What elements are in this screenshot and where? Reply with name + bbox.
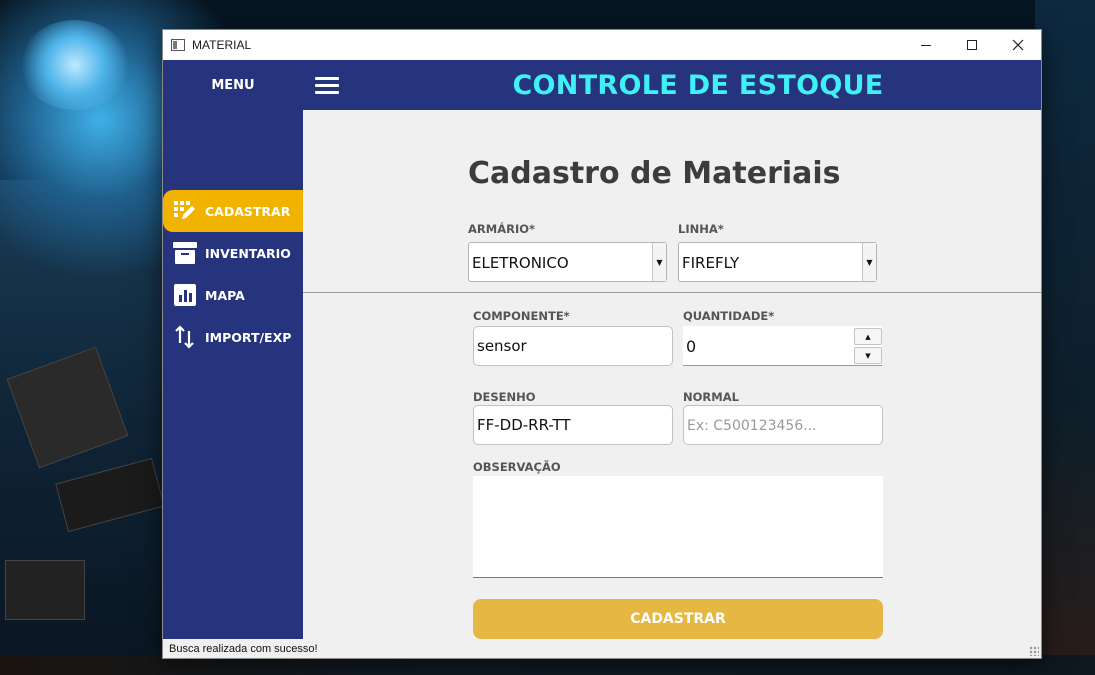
section-divider: [303, 292, 1041, 293]
window-title: MATERIAL: [192, 38, 252, 52]
sidebar-item-cadastrar[interactable]: CADASTRAR: [163, 190, 303, 232]
sidebar-item-label: CADASTRAR: [205, 203, 291, 219]
edit-grid-icon: [173, 199, 197, 223]
menu-label: MENU: [211, 77, 255, 93]
status-bar: Busca realizada com sucesso!: [163, 639, 1041, 658]
up-down-arrows-icon: [173, 325, 197, 349]
normal-label: NORMAL: [683, 390, 739, 404]
app-title: CONTROLE DE ESTOQUE: [512, 69, 884, 101]
chevron-up-icon: ▲: [865, 332, 871, 341]
linha-value: FIREFLY: [682, 254, 740, 272]
maximize-icon: [967, 40, 977, 50]
componente-label: COMPONENTE*: [473, 309, 570, 323]
main-content: Cadastro de Materiais ARMÁRIO* ELETRONIC…: [303, 110, 1041, 639]
quantidade-value: 0: [686, 337, 697, 356]
sidebar: CADASTRAR INVENTARIO MAPA IMPORT/EXP: [163, 110, 303, 639]
bar-chart-icon: [173, 283, 197, 307]
normal-input[interactable]: [683, 405, 883, 445]
minimize-button[interactable]: [903, 30, 949, 60]
observacao-label: OBSERVAÇÃO: [473, 460, 561, 474]
app-header: MENU CONTROLE DE ESTOQUE: [163, 60, 1041, 110]
cadastrar-button[interactable]: CADASTRAR: [473, 599, 883, 639]
desenho-label: DESENHO: [473, 390, 536, 404]
quantidade-stepper[interactable]: 0 ▲ ▼: [683, 326, 882, 366]
desenho-input[interactable]: FF-DD-RR-TT: [473, 405, 673, 445]
app-window-icon: [171, 39, 185, 51]
chevron-down-icon: ▼: [652, 243, 666, 281]
maximize-button[interactable]: [949, 30, 995, 60]
app-window: MATERIAL MENU CONTROLE DE ESTOQUE CADAST…: [162, 29, 1042, 659]
page-title: Cadastro de Materiais: [468, 156, 841, 191]
armario-label: ARMÁRIO*: [468, 222, 536, 236]
close-icon: [1012, 39, 1024, 51]
chevron-down-icon: ▼: [862, 243, 876, 281]
decrement-button[interactable]: ▼: [854, 347, 882, 364]
sidebar-item-label: MAPA: [205, 287, 245, 303]
sidebar-item-mapa[interactable]: MAPA: [163, 274, 303, 316]
minimize-icon: [921, 44, 931, 46]
linha-label: LINHA*: [678, 222, 724, 236]
componente-input[interactable]: sensor: [473, 326, 673, 366]
increment-button[interactable]: ▲: [854, 328, 882, 345]
sidebar-item-inventario[interactable]: INVENTARIO: [163, 232, 303, 274]
sidebar-item-label: INVENTARIO: [205, 245, 291, 261]
chevron-down-icon: ▼: [865, 351, 871, 360]
armario-value: ELETRONICO: [472, 254, 569, 272]
title-bar: MATERIAL: [163, 30, 1041, 60]
status-message: Busca realizada com sucesso!: [169, 642, 318, 655]
archive-box-icon: [173, 241, 197, 265]
observacao-textarea[interactable]: [473, 476, 883, 578]
close-button[interactable]: [995, 30, 1041, 60]
sidebar-item-import-exp[interactable]: IMPORT/EXP: [163, 316, 303, 358]
linha-select[interactable]: FIREFLY ▼: [678, 242, 877, 282]
sidebar-item-label: IMPORT/EXP: [205, 329, 292, 345]
resize-grip-icon[interactable]: [1029, 646, 1039, 656]
quantidade-label: QUANTIDADE*: [683, 309, 775, 323]
armario-select[interactable]: ELETRONICO ▼: [468, 242, 667, 282]
